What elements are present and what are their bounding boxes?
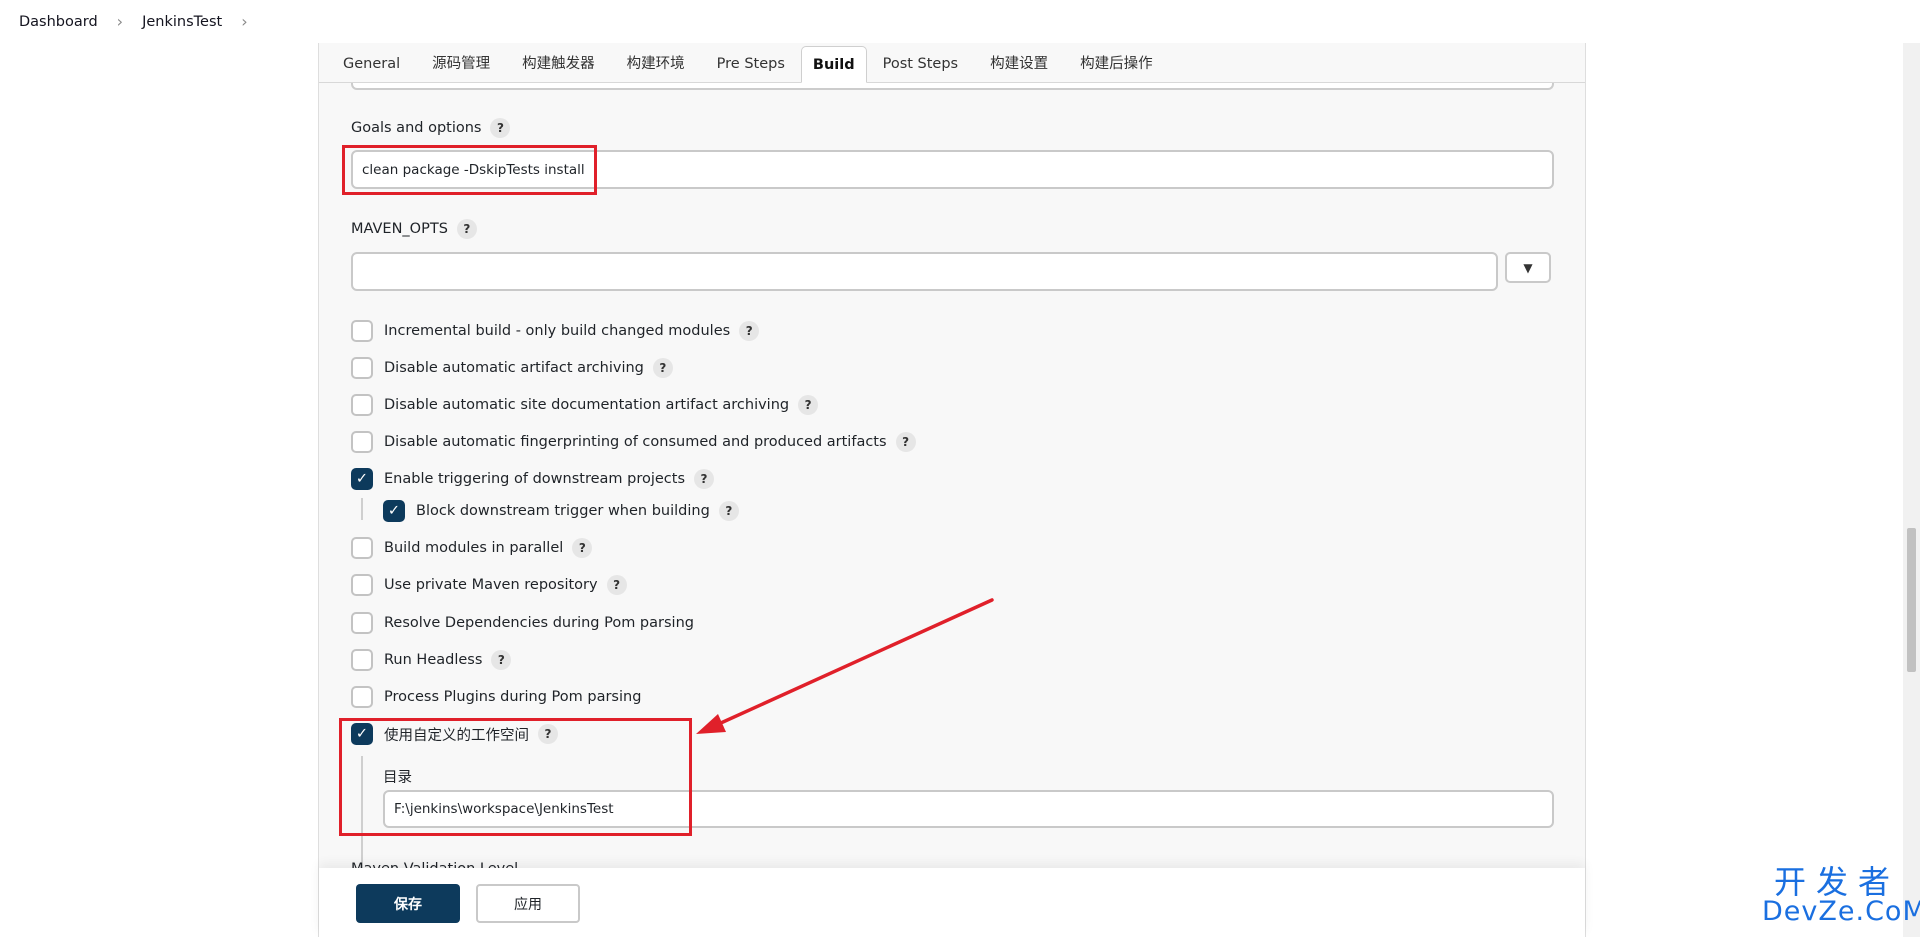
help-icon[interactable]: ? <box>490 118 511 138</box>
nested-indent-line <box>361 498 363 520</box>
help-icon[interactable]: ? <box>606 575 627 595</box>
checkbox[interactable] <box>351 357 373 379</box>
goals-options-label: Goals and options ? <box>351 118 511 138</box>
help-icon[interactable]: ? <box>718 501 739 521</box>
checkbox-process-plugins[interactable]: Process Plugins during Pom parsing <box>351 685 641 709</box>
tab-post-build-actions[interactable]: 构建后操作 <box>1064 46 1169 82</box>
help-icon[interactable]: ? <box>538 724 558 744</box>
chevron-down-icon: ▼ <box>1523 260 1533 275</box>
checkbox-enable-downstream-triggering[interactable]: ✓ Enable triggering of downstream projec… <box>351 467 715 491</box>
checkbox-private-maven-repo[interactable]: Use private Maven repository ? <box>351 573 627 597</box>
checkbox[interactable] <box>351 649 373 671</box>
breadcrumb: Dashboard › JenkinsTest › <box>0 0 1920 43</box>
form-action-bar: 保存 应用 <box>319 868 1585 937</box>
checkbox-checked[interactable]: ✓ <box>351 723 373 745</box>
help-icon[interactable]: ? <box>798 395 819 415</box>
checkbox-block-downstream-trigger[interactable]: ✓ Block downstream trigger when building… <box>383 499 739 523</box>
help-icon[interactable]: ? <box>652 358 673 378</box>
breadcrumb-chevron-icon[interactable]: › <box>241 12 247 31</box>
checkbox[interactable] <box>351 394 373 416</box>
checkbox-parallel-modules[interactable]: Build modules in parallel ? <box>351 536 593 560</box>
tab-build-triggers[interactable]: 构建触发器 <box>506 46 611 82</box>
page-scrollbar[interactable] <box>1903 43 1920 937</box>
checkbox-checked[interactable]: ✓ <box>383 500 405 522</box>
checkbox-custom-workspace[interactable]: ✓ 使用自定义的工作空间 ? <box>351 722 558 746</box>
checkbox-checked[interactable]: ✓ <box>351 468 373 490</box>
tab-build-settings[interactable]: 构建设置 <box>974 46 1064 82</box>
checkmark-icon: ✓ <box>387 503 401 519</box>
watermark-logo: 开发者 DevZe.CoM <box>1762 863 1920 927</box>
apply-button[interactable]: 应用 <box>476 884 580 923</box>
directory-label: 目录 <box>383 770 412 786</box>
checkmark-icon: ✓ <box>355 726 369 742</box>
help-icon[interactable]: ? <box>491 650 512 670</box>
help-icon[interactable]: ? <box>694 469 715 489</box>
tab-general[interactable]: General <box>327 46 416 82</box>
breadcrumb-chevron-icon[interactable]: › <box>117 12 123 31</box>
checkbox[interactable] <box>351 612 373 634</box>
help-icon[interactable]: ? <box>572 538 593 558</box>
directory-input[interactable]: F:\jenkins\workspace\JenkinsTest <box>383 790 1554 828</box>
checkbox[interactable] <box>351 686 373 708</box>
breadcrumb-dashboard[interactable]: Dashboard <box>19 14 98 30</box>
checkbox-disable-fingerprinting[interactable]: Disable automatic fingerprinting of cons… <box>351 430 916 454</box>
config-tabs: General 源码管理 构建触发器 构建环境 Pre Steps Build … <box>319 43 1585 83</box>
help-icon[interactable]: ? <box>739 321 760 341</box>
checkbox[interactable] <box>351 537 373 559</box>
tab-build[interactable]: Build <box>800 46 867 83</box>
maven-opts-label: MAVEN_OPTS ? <box>351 219 477 239</box>
checkbox[interactable] <box>351 431 373 453</box>
nested-indent-line <box>361 756 363 868</box>
tab-build-environment[interactable]: 构建环境 <box>611 46 701 82</box>
checkbox-resolve-dependencies[interactable]: Resolve Dependencies during Pom parsing <box>351 611 694 635</box>
save-button[interactable]: 保存 <box>356 884 460 923</box>
tab-pre-steps[interactable]: Pre Steps <box>701 46 801 82</box>
goals-options-input[interactable]: clean package -DskipTests install <box>351 150 1554 189</box>
help-icon[interactable]: ? <box>456 219 477 239</box>
checkbox[interactable] <box>351 574 373 596</box>
checkmark-icon: ✓ <box>355 471 369 487</box>
checkbox-disable-artifact-archiving[interactable]: Disable automatic artifact archiving ? <box>351 356 673 380</box>
scrollbar-thumb[interactable] <box>1907 528 1916 672</box>
maven-opts-expand-button[interactable]: ▼ <box>1505 252 1551 283</box>
help-icon[interactable]: ? <box>895 432 916 452</box>
tab-post-steps[interactable]: Post Steps <box>867 46 975 82</box>
checkbox-run-headless[interactable]: Run Headless ? <box>351 648 512 672</box>
checkbox-incremental-build[interactable]: Incremental build - only build changed m… <box>351 319 760 343</box>
tab-source-management[interactable]: 源码管理 <box>416 46 506 82</box>
checkbox-disable-site-doc-archiving[interactable]: Disable automatic site documentation art… <box>351 393 819 417</box>
config-panel: General 源码管理 构建触发器 构建环境 Pre Steps Build … <box>318 43 1586 937</box>
breadcrumb-jenkinstest[interactable]: JenkinsTest <box>142 14 222 30</box>
checkbox[interactable] <box>351 320 373 342</box>
maven-opts-input[interactable] <box>351 252 1498 291</box>
